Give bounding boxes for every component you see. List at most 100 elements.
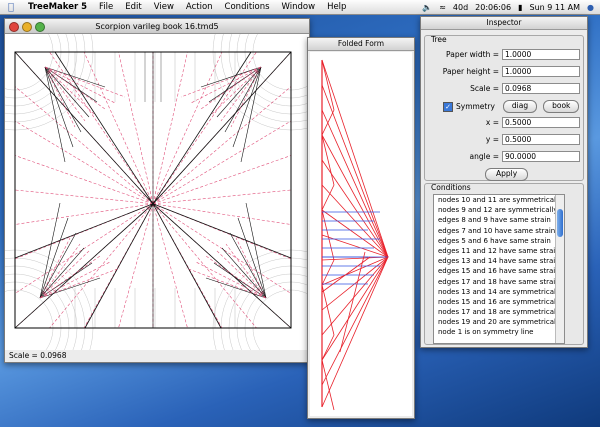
folded-edge — [321, 256, 389, 361]
scale-field[interactable] — [502, 83, 580, 94]
crease-line — [83, 51, 154, 204]
minimize-icon[interactable] — [22, 22, 32, 32]
contour-ring — [244, 5, 338, 99]
menu-edit[interactable]: Edit — [119, 2, 147, 12]
battery-icon[interactable]: ▮ — [518, 3, 522, 12]
folded-edge — [327, 159, 335, 186]
crease-line — [118, 203, 154, 329]
crease-pattern-drawing[interactable] — [0, 0, 370, 407]
book-button[interactable]: book — [543, 100, 580, 113]
y-label: y = — [485, 135, 499, 144]
conditions-scrollbar[interactable] — [555, 195, 564, 343]
condition-item[interactable]: edges 15 and 16 have same strain — [434, 266, 564, 276]
menu-action[interactable]: Action — [180, 2, 219, 12]
folded-edge — [321, 334, 335, 361]
condition-item[interactable]: edges 5 and 6 have same strain — [434, 236, 564, 246]
folded-form-window: Folded Form — [307, 37, 415, 419]
main-window-titlebar[interactable]: Scorpion varileg book 16.tmd5 — [5, 19, 309, 34]
condition-item[interactable]: nodes 10 and 11 are symmetrically paired — [434, 195, 564, 205]
folded-edge — [327, 84, 335, 111]
crease-line — [180, 66, 262, 98]
tree-group: Tree Paper width = Paper height = Scale … — [424, 35, 584, 181]
folded-edge — [321, 184, 335, 211]
contour-ring — [0, 281, 62, 375]
condition-item[interactable]: nodes 17 and 18 are symmetrically paired — [434, 307, 564, 317]
crease-line — [14, 203, 154, 329]
condition-item[interactable]: edges 17 and 18 have same strain — [434, 277, 564, 287]
contour-ring — [0, 249, 94, 407]
paper-width-field[interactable] — [502, 49, 580, 60]
crease-line — [39, 232, 77, 299]
crease-line — [152, 203, 222, 329]
diag-button[interactable]: diag — [502, 100, 538, 113]
crease-line — [14, 203, 154, 259]
contour-ring — [0, 257, 86, 399]
symmetry-checkbox[interactable]: ✓ — [443, 101, 453, 112]
folded-edge — [321, 134, 329, 161]
y-field[interactable] — [502, 134, 580, 145]
crease-line — [54, 51, 154, 205]
folded-edge — [327, 384, 335, 411]
menu-file[interactable]: File — [93, 2, 119, 12]
main-window: Scorpion varileg book 16.tmd5 Scale = 0.… — [0, 0, 370, 407]
condition-item[interactable]: nodes 9 and 12 are symmetrically paired — [434, 205, 564, 215]
wifi-icon[interactable]: ≈ — [439, 3, 446, 12]
apply-button[interactable]: Apply — [485, 168, 529, 181]
crease-line — [200, 66, 262, 110]
paper-width-label: Paper width = — [446, 50, 499, 59]
crease-line — [14, 86, 154, 205]
close-icon[interactable] — [9, 22, 19, 32]
volume-icon[interactable]: 🔈 — [422, 3, 432, 12]
contour-ring — [0, 0, 86, 123]
contour-ring — [212, 0, 370, 131]
zoom-icon[interactable] — [35, 22, 45, 32]
condition-item[interactable]: nodes 15 and 16 are symmetrically paired — [434, 297, 564, 307]
conditions-list[interactable]: nodes 10 and 11 are symmetrically paired… — [433, 194, 565, 344]
crease-line — [152, 51, 223, 204]
angle-field[interactable] — [502, 151, 580, 162]
condition-item[interactable]: edges 8 and 9 have same strain — [434, 215, 564, 225]
crease-line — [44, 66, 126, 98]
crease-line — [185, 267, 267, 299]
condition-item[interactable]: node 1 is on symmetry line — [434, 327, 564, 337]
apple-menu-icon[interactable]:  — [0, 2, 22, 13]
conditions-scroll-thumb[interactable] — [557, 209, 563, 237]
folded-form-canvas[interactable] — [310, 52, 412, 416]
crease-line — [39, 267, 121, 299]
contour-ring — [0, 13, 54, 91]
paper-height-label: Paper height = — [442, 67, 499, 76]
menu-window[interactable]: Window — [276, 2, 322, 12]
wifi-label: 40d — [452, 2, 469, 12]
menu-help[interactable]: Help — [321, 2, 352, 12]
angle-label: angle = — [469, 152, 499, 161]
crease-line — [152, 203, 292, 225]
paper-height-field[interactable] — [502, 66, 580, 77]
folded-edge — [321, 109, 389, 258]
condition-item[interactable]: nodes 13 and 14 are symmetrically paired — [434, 287, 564, 297]
crease-line — [118, 51, 154, 204]
x-label: x = — [485, 118, 499, 127]
contour-ring — [252, 289, 330, 367]
crease-line — [39, 202, 61, 299]
main-window-title: Scorpion varileg book 16.tmd5 — [95, 21, 219, 31]
crease-line — [14, 203, 154, 225]
crease-pattern-canvas[interactable] — [0, 0, 370, 407]
clock[interactable]: Sun 9 11 AM — [530, 3, 581, 12]
condition-item[interactable]: edges 13 and 14 have same strain — [434, 256, 564, 266]
conditions-group-label: Conditions — [431, 183, 471, 192]
menu-conditions[interactable]: Conditions — [219, 2, 276, 12]
symmetry-label: Symmetry — [456, 102, 495, 111]
menu-app[interactable]: TreeMaker 5 — [22, 2, 93, 12]
condition-item[interactable]: nodes 19 and 20 are symmetrically paired — [434, 317, 564, 327]
crease-line — [14, 189, 154, 205]
spotlight-icon[interactable]: ● — [587, 3, 594, 12]
folded-edge — [321, 256, 389, 408]
x-field[interactable] — [502, 117, 580, 128]
folded-edge — [321, 84, 389, 258]
menu-view[interactable]: View — [148, 2, 180, 12]
inspector-title: Inspector — [421, 17, 587, 30]
crease-line — [152, 189, 292, 205]
condition-item[interactable]: edges 7 and 10 have same strain — [434, 226, 564, 236]
condition-item[interactable]: edges 11 and 12 have same strain — [434, 246, 564, 256]
folded-form-drawing[interactable] — [310, 52, 412, 416]
